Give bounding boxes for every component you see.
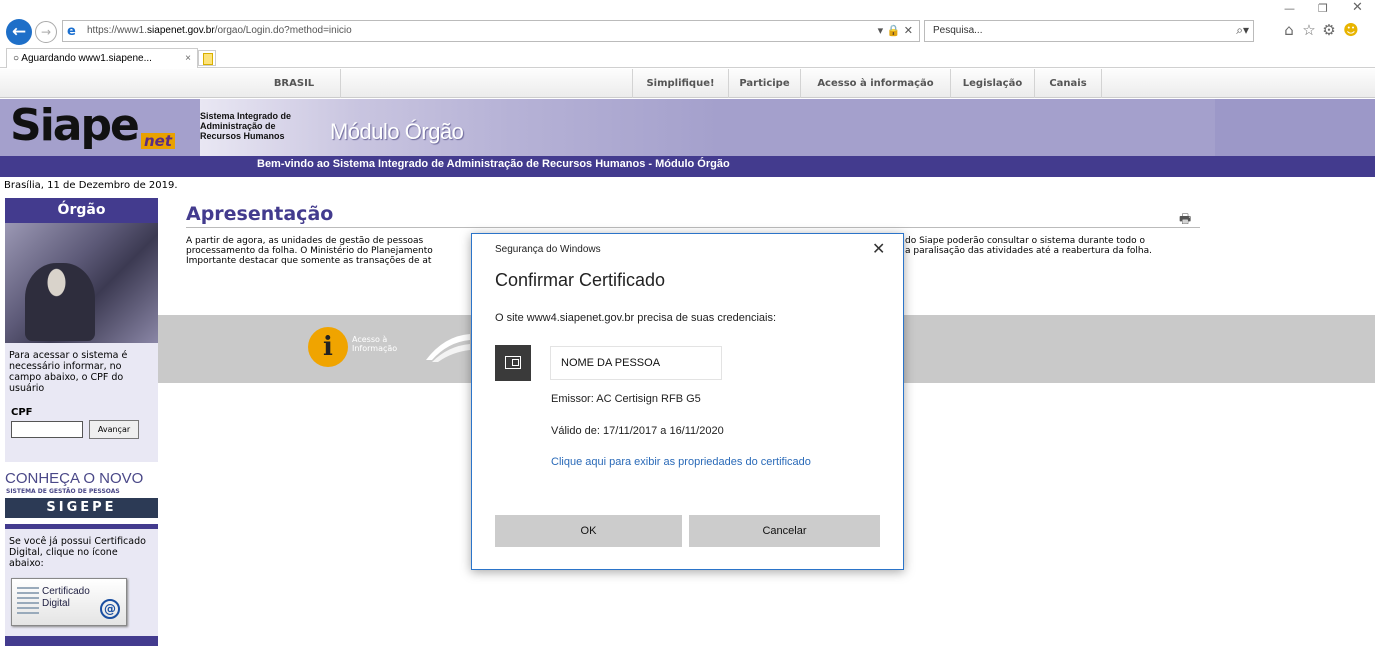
siape-logo-net: net [141, 133, 176, 149]
divider [5, 524, 158, 529]
gov-brasil-link[interactable]: BRASIL [248, 69, 340, 98]
siape-header: Siape net Sistema Integrado de Administr… [0, 99, 1375, 156]
divider [5, 636, 158, 646]
print-icon[interactable]: 🖶 [1179, 210, 1191, 232]
paragraph-line: a paralisação das atividades até a reabe… [905, 246, 1153, 256]
login-instructions: Para acessar o sistema é necessário info… [9, 350, 128, 394]
siape-logo: Siape [10, 100, 140, 151]
digital-certificate-button[interactable]: Certificado Digital @ [11, 578, 127, 626]
cancel-button[interactable]: Cancelar [689, 515, 880, 547]
acesso-informacao-label[interactable]: Acesso à Informação [352, 335, 397, 353]
restore-icon[interactable]: ❐ [1318, 2, 1328, 15]
settings-gear-icon[interactable]: ⚙ [1320, 21, 1338, 39]
gov-spacer [340, 69, 632, 98]
tab-title: Aguardando www1.siapene... [21, 53, 152, 64]
dialog-heading: Confirmar Certificado [495, 270, 666, 290]
gov-link-acesso[interactable]: Acesso à informação [800, 69, 950, 98]
home-icon[interactable]: ⌂ [1280, 21, 1298, 39]
tab-close-icon[interactable]: × [185, 49, 191, 68]
certificate-properties-link[interactable]: Clique aqui para exibir as propriedades … [551, 454, 821, 470]
cpf-label: CPF [11, 407, 33, 418]
favorites-star-icon[interactable]: ☆ [1300, 21, 1318, 39]
new-tab-button[interactable] [198, 50, 216, 66]
sigepe-banner[interactable]: CONHEÇA O NOVO SISTEMA DE GESTÃO DE PESS… [5, 462, 158, 524]
header-right-block [1215, 99, 1375, 156]
tab-active[interactable]: ○ Aguardando www1.siapene... × [6, 48, 198, 68]
certificate-graphic-icon [17, 587, 39, 617]
gov-link-simplifique[interactable]: Simplifique! [632, 69, 728, 98]
sigepe-banner-subtitle: SISTEMA DE GESTÃO DE PESSOAS [6, 488, 120, 495]
person-photo [25, 263, 95, 341]
sigepe-logo: SIGEPE [5, 498, 158, 518]
sidebar-heading: Órgão [5, 198, 158, 223]
module-title: Módulo Órgão [330, 119, 464, 144]
url-domain: siapenet.gov.br [147, 25, 215, 36]
title-divider [186, 227, 1200, 228]
certificate-dialog: Segurança do Windows ✕ Confirmar Certifi… [471, 233, 904, 570]
address-tools[interactable]: ▾ 🔒 ✕ [878, 24, 913, 37]
sigepe-banner-title: CONHEÇA O NOVO [5, 470, 144, 487]
close-icon[interactable]: ✕ [872, 239, 885, 259]
back-button[interactable]: ← [6, 19, 32, 45]
paragraph-line: Importante destacar que somente as trans… [186, 256, 432, 266]
minimize-icon[interactable]: — [1284, 2, 1295, 15]
close-window-icon[interactable]: ✕ [1352, 0, 1363, 15]
sidebar-photo [5, 223, 158, 343]
certificate-validity: Válido de: 17/11/2017 a 16/11/2020 [551, 425, 724, 437]
current-date: Brasília, 11 de Dezembro de 2019. [4, 180, 178, 191]
address-bar[interactable]: e https://www1.siapenet.gov.br/orgao/Log… [62, 20, 920, 42]
dialog-window-title: Segurança do Windows [495, 244, 601, 255]
ok-button[interactable]: OK [495, 515, 682, 547]
certificate-instructions: Se você já possui Certificado Digital, c… [9, 536, 146, 569]
advance-button[interactable]: Avançar [89, 420, 139, 439]
browser-chrome: — ❐ ✕ ← → e https://www1.siapenet.gov.br… [0, 0, 1375, 68]
gov-bar: BRASIL Simplifique! Participe Acesso à i… [0, 69, 1375, 98]
page-title: Apresentação [186, 203, 334, 225]
gov-link-canais[interactable]: Canais [1034, 69, 1102, 98]
search-placeholder: Pesquisa... [933, 25, 983, 36]
certificate-button-label: Certificado Digital [42, 586, 90, 609]
gov-link-legislacao[interactable]: Legislação [950, 69, 1034, 98]
certificate-icon [495, 345, 531, 381]
feedback-smiley-icon[interactable]: ☻ [1342, 21, 1360, 39]
search-input[interactable]: Pesquisa... ⌕▾ [924, 20, 1254, 42]
welcome-text: Bem-vindo ao Sistema Integrado de Admini… [257, 158, 730, 170]
dialog-message: O site www4.siapenet.gov.br precisa de s… [495, 312, 777, 324]
at-sign-icon: @ [100, 599, 120, 619]
welcome-bar: Bem-vindo ao Sistema Integrado de Admini… [0, 156, 1375, 177]
certificate-name[interactable]: NOME DA PESSOA [550, 346, 722, 380]
sidebar: Órgão Para acessar o sistema é necessári… [5, 198, 158, 646]
info-icon[interactable]: i [308, 327, 348, 367]
url-text: https://www1.siapenet.gov.br/orgao/Login… [87, 25, 352, 36]
certificate-glyph [505, 356, 521, 369]
gov-link-participe[interactable]: Participe [728, 69, 800, 98]
search-icon[interactable]: ⌕▾ [1236, 23, 1249, 38]
cpf-input[interactable] [11, 421, 83, 438]
ie-icon: e [67, 24, 76, 39]
certificate-issuer: Emissor: AC Certisign RFB G5 [551, 393, 701, 405]
forward-button[interactable]: → [35, 21, 57, 43]
logo-subtitle: Sistema Integrado de Administração de Re… [200, 111, 292, 141]
tab-strip: ○ Aguardando www1.siapene... × [0, 46, 1375, 68]
brasil-logo-icon[interactable] [424, 330, 472, 364]
